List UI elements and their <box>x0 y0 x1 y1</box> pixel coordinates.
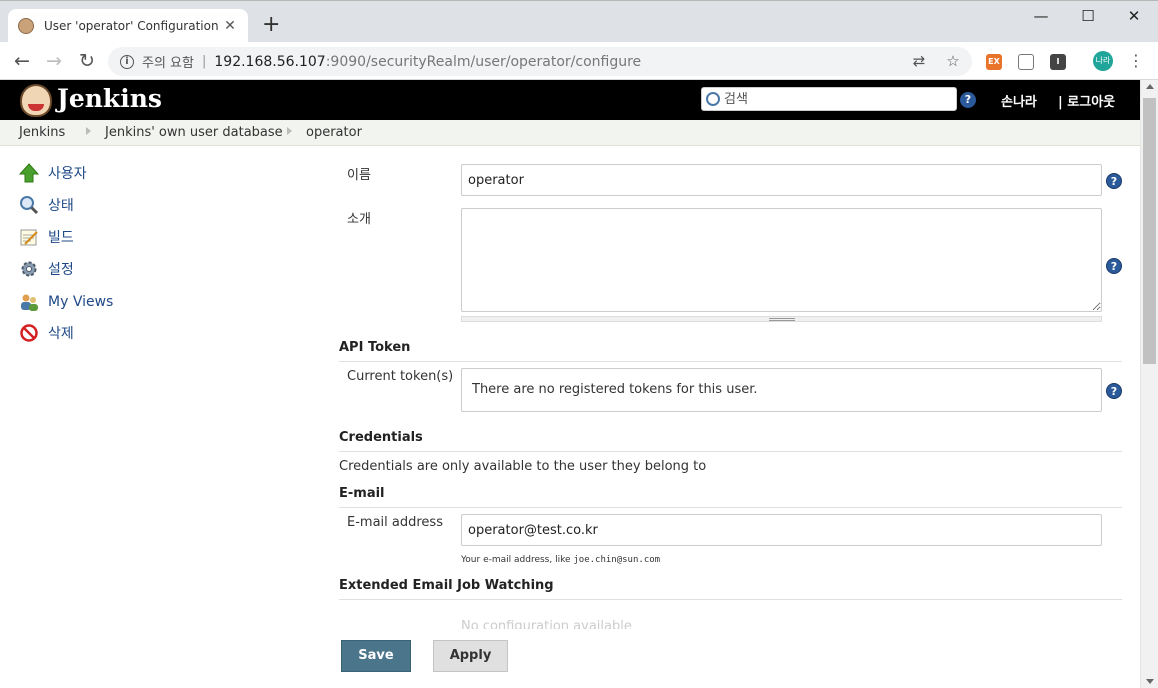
jenkins-logo-text[interactable]: Jenkins <box>57 84 162 113</box>
jenkins-favicon-icon <box>18 18 34 34</box>
browser-tab-bar: User 'operator' Configuration [Je ✕ + — … <box>0 0 1158 43</box>
textarea-resize-handle[interactable] <box>461 316 1102 322</box>
bookmark-star-icon[interactable]: ☆ <box>944 52 962 70</box>
logout-link[interactable]: | 로그아웃 <box>1058 91 1115 110</box>
email-field[interactable] <box>461 514 1102 546</box>
reload-button[interactable]: ↻ <box>73 48 101 74</box>
sidebar-item-builds[interactable]: 빌드 <box>18 225 74 249</box>
search-box[interactable] <box>701 87 957 111</box>
extension-i-icon[interactable]: I <box>1050 54 1066 70</box>
email-hint-example: joe.chin@sun.com <box>573 555 661 565</box>
name-label: 이름 <box>347 168 371 183</box>
breadcrumb-operator[interactable]: operator <box>306 125 362 140</box>
email-hint: Your e-mail address, like joe.chin@sun.c… <box>461 555 660 565</box>
api-token-help-icon[interactable]: ? <box>1106 383 1122 399</box>
maximize-button[interactable]: ☐ <box>1065 5 1111 29</box>
extension-screen-icon[interactable] <box>1018 54 1034 70</box>
current-user-link[interactable]: 손나라 <box>1001 91 1037 110</box>
sidebar-item-label: 설정 <box>48 262 74 278</box>
api-token-section-title: API Token <box>339 340 1122 362</box>
scroll-thumb[interactable] <box>1143 98 1156 364</box>
extended-email-section-title: Extended Email Job Watching <box>339 578 1122 600</box>
no-tokens-text: There are no registered tokens for this … <box>472 382 758 397</box>
window-close-button[interactable]: ✕ <box>1111 5 1157 29</box>
info-icon[interactable]: i <box>120 54 134 69</box>
sidebar-item-delete[interactable]: 삭제 <box>18 321 74 345</box>
tab-close-icon[interactable]: ✕ <box>222 18 238 34</box>
extension-ex-icon[interactable]: EX <box>986 54 1002 70</box>
forward-button[interactable]: → <box>40 48 68 74</box>
scroll-down-icon[interactable] <box>1146 679 1154 684</box>
sidebar-item-status[interactable]: 상태 <box>18 193 74 217</box>
sidebar-item-label: 상태 <box>48 198 74 214</box>
breadcrumb-separator-icon[interactable] <box>86 127 91 135</box>
name-field[interactable] <box>461 164 1102 196</box>
sidebar-item-label: My Views <box>48 294 114 310</box>
sidebar-item-label: 사용자 <box>48 166 87 182</box>
save-button[interactable]: Save <box>341 640 411 672</box>
token-list-box: There are no registered tokens for this … <box>461 368 1102 412</box>
email-label: E-mail address <box>347 515 443 530</box>
profile-avatar[interactable]: 나라 <box>1093 51 1113 71</box>
magnifier-icon <box>18 194 40 216</box>
name-help-icon[interactable]: ? <box>1106 173 1122 189</box>
browser-menu-icon[interactable]: ⋮ <box>1128 51 1144 71</box>
search-input[interactable] <box>724 91 944 107</box>
sidebar-item-people[interactable]: 사용자 <box>18 161 87 185</box>
security-label: 주의 요함 <box>142 56 194 71</box>
breadcrumb: Jenkins Jenkins' own user database opera… <box>0 120 1140 146</box>
notepad-icon <box>18 226 40 248</box>
browser-toolbar: ← → ↻ i 주의 요함 | 192.168.56.107 :9090/sec… <box>0 42 1158 80</box>
users-icon <box>18 291 40 313</box>
description-help-icon[interactable]: ? <box>1106 258 1122 274</box>
breadcrumb-separator-icon[interactable] <box>287 127 292 135</box>
up-arrow-icon <box>18 162 40 184</box>
credentials-note: Credentials are only available to the us… <box>339 459 707 474</box>
email-section-title: E-mail <box>339 486 1122 508</box>
no-entry-icon <box>18 322 40 344</box>
sidebar-item-my-views[interactable]: My Views <box>18 290 113 314</box>
sidebar-item-label: 빌드 <box>48 230 74 246</box>
tab-title: User 'operator' Configuration [Je <box>44 19 222 33</box>
description-textarea[interactable] <box>461 208 1102 312</box>
page-scrollbar[interactable] <box>1140 80 1158 688</box>
breadcrumb-user-database[interactable]: Jenkins' own user database <box>105 125 283 140</box>
no-configuration-text: No configuration available <box>461 619 632 629</box>
current-tokens-label: Current token(s) <box>347 369 454 384</box>
credentials-section-title: Credentials <box>339 430 1122 452</box>
minimize-button[interactable]: — <box>1018 5 1064 29</box>
sidebar-item-configure[interactable]: 설정 <box>18 257 74 281</box>
sidebar-item-label: 삭제 <box>48 326 74 342</box>
back-button[interactable]: ← <box>8 48 36 74</box>
search-icon <box>706 92 720 106</box>
jenkins-butler-logo-icon[interactable] <box>20 84 52 117</box>
gear-icon <box>18 258 40 280</box>
description-label: 소개 <box>347 212 371 227</box>
jenkins-header: Jenkins ? 손나라 | 로그아웃 <box>0 80 1140 120</box>
email-hint-text: Your e-mail address, like <box>461 555 574 565</box>
translate-icon[interactable]: ⇄ <box>910 52 928 70</box>
new-tab-button[interactable]: + <box>262 13 280 37</box>
url-path: :9090/securityRealm/user/operator/config… <box>325 53 642 70</box>
apply-button[interactable]: Apply <box>433 640 508 672</box>
scroll-up-icon[interactable] <box>1146 84 1154 89</box>
breadcrumb-jenkins[interactable]: Jenkins <box>19 125 65 140</box>
url-host: 192.168.56.107 <box>214 53 326 70</box>
address-separator: | <box>201 54 207 69</box>
browser-tab[interactable]: User 'operator' Configuration [Je ✕ <box>8 9 248 43</box>
address-bar[interactable]: i 주의 요함 | 192.168.56.107 :9090/securityR… <box>108 47 972 76</box>
search-help-icon[interactable]: ? <box>960 92 976 108</box>
